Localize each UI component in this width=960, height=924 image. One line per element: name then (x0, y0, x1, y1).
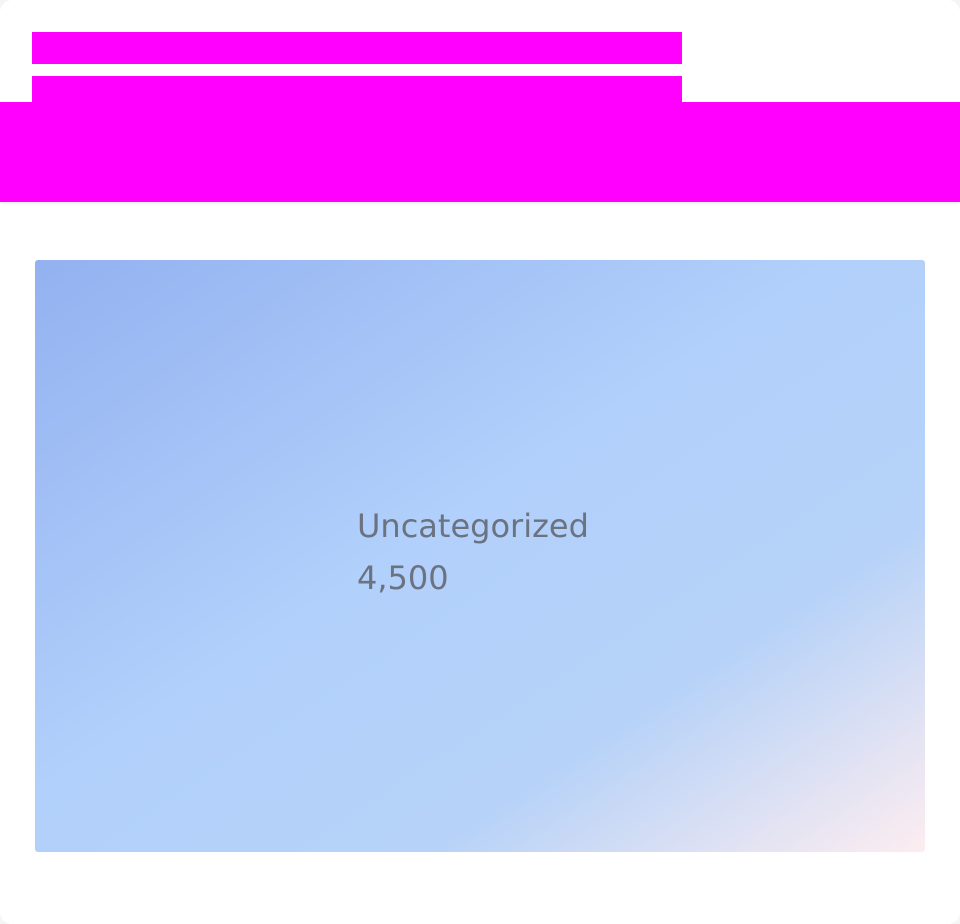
redacted-title (32, 32, 682, 64)
redacted-banner (0, 102, 960, 202)
chart-card: Uncategorized 4,500 (0, 0, 960, 924)
treemap-tile-value: 4,500 (357, 559, 449, 597)
treemap-tile-name: Uncategorized (357, 507, 589, 545)
treemap-tile-rect (35, 260, 925, 852)
treemap-svg: Uncategorized 4,500 (35, 260, 925, 852)
treemap-tile: Uncategorized 4,500 (35, 260, 925, 852)
treemap-chart: Uncategorized 4,500 (35, 260, 925, 852)
redacted-subtitle (32, 76, 682, 104)
treemap-tiles: Uncategorized 4,500 (35, 260, 925, 852)
